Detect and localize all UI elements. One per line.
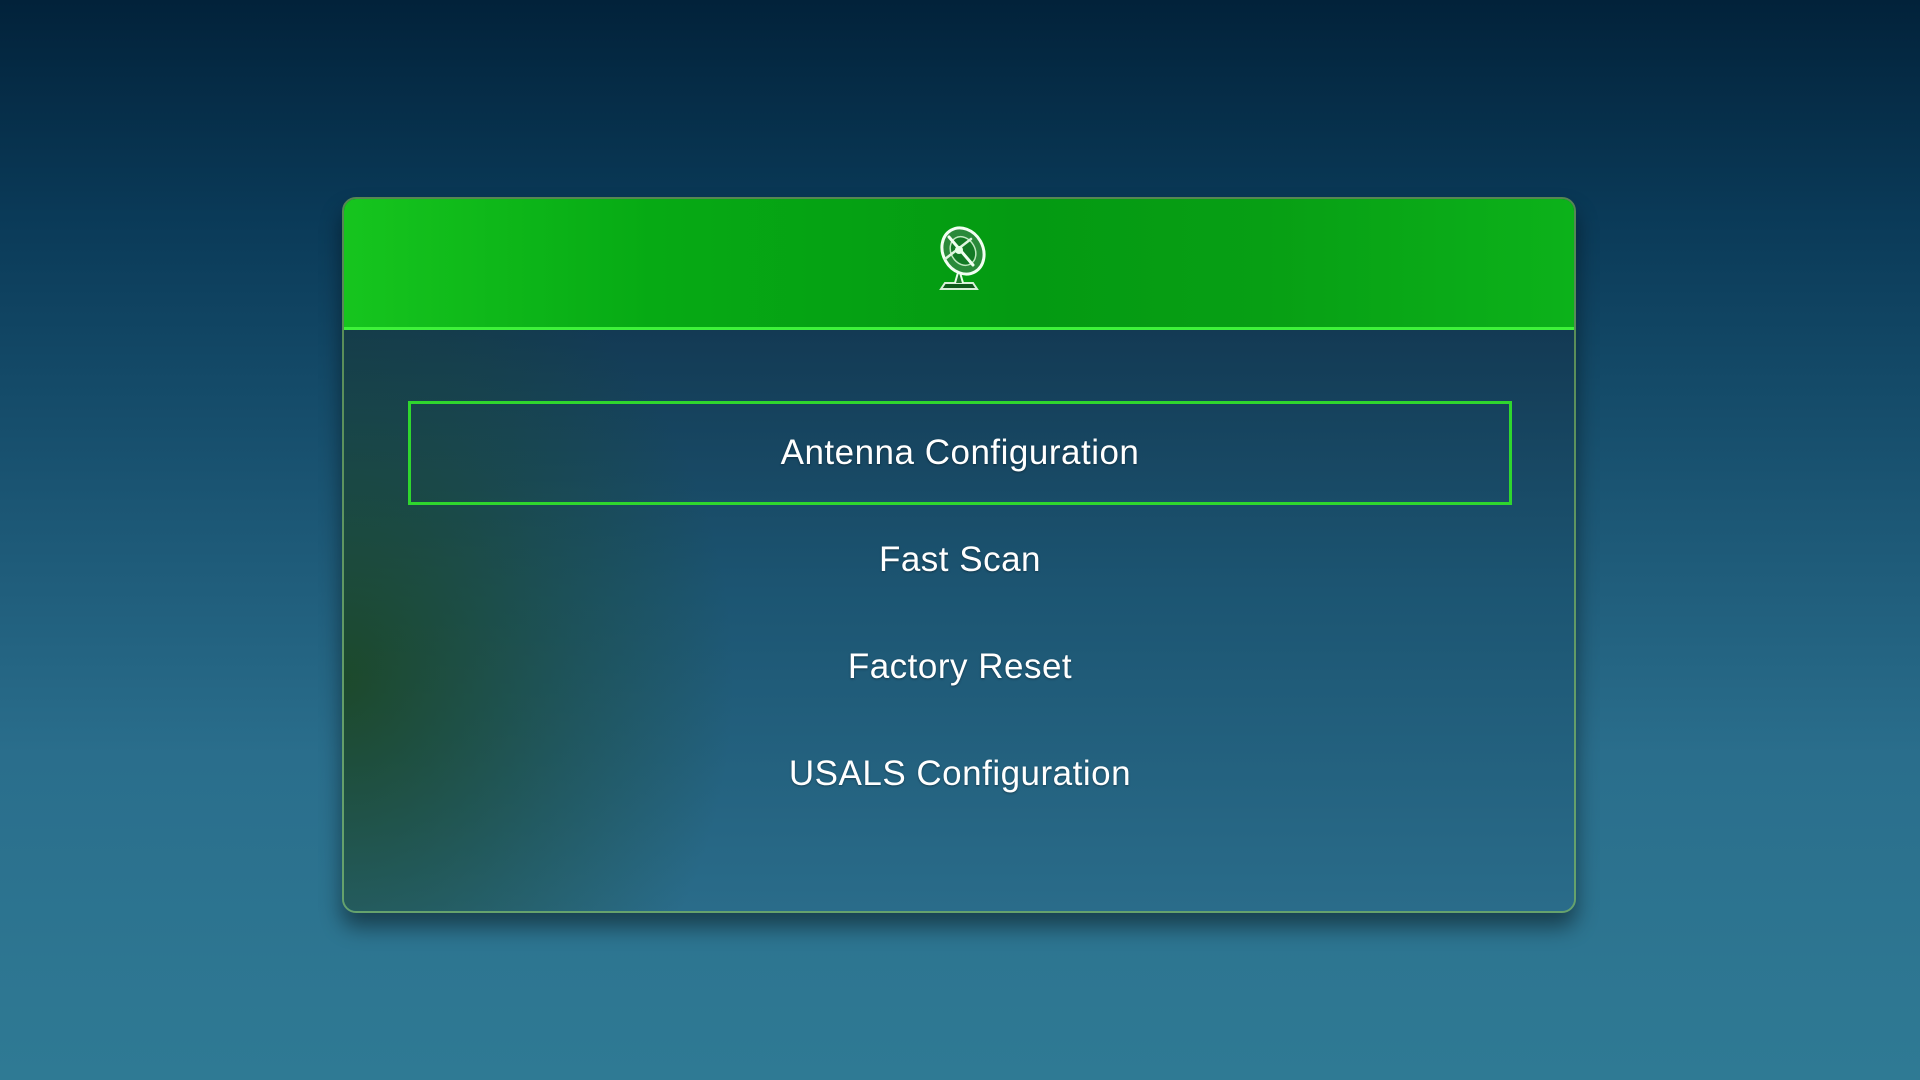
panel-header: [344, 199, 1574, 330]
menu-item-antenna-configuration[interactable]: Antenna Configuration: [408, 401, 1512, 505]
menu-item-fast-scan[interactable]: Fast Scan: [408, 508, 1512, 612]
menu-item-label: Fast Scan: [878, 540, 1042, 579]
panel-body: Antenna Configuration Fast Scan Factory …: [344, 330, 1574, 911]
menu-list: Antenna Configuration Fast Scan Factory …: [408, 401, 1512, 829]
satellite-dish-icon: [939, 226, 986, 290]
menu-item-label: Antenna Configuration: [780, 433, 1140, 472]
menu-item-usals-configuration[interactable]: USALS Configuration: [408, 722, 1512, 826]
menu-item-label: USALS Configuration: [788, 754, 1132, 793]
installation-menu-panel: Antenna Configuration Fast Scan Factory …: [342, 197, 1576, 913]
menu-item-label: Factory Reset: [847, 647, 1073, 686]
menu-item-factory-reset[interactable]: Factory Reset: [408, 615, 1512, 719]
